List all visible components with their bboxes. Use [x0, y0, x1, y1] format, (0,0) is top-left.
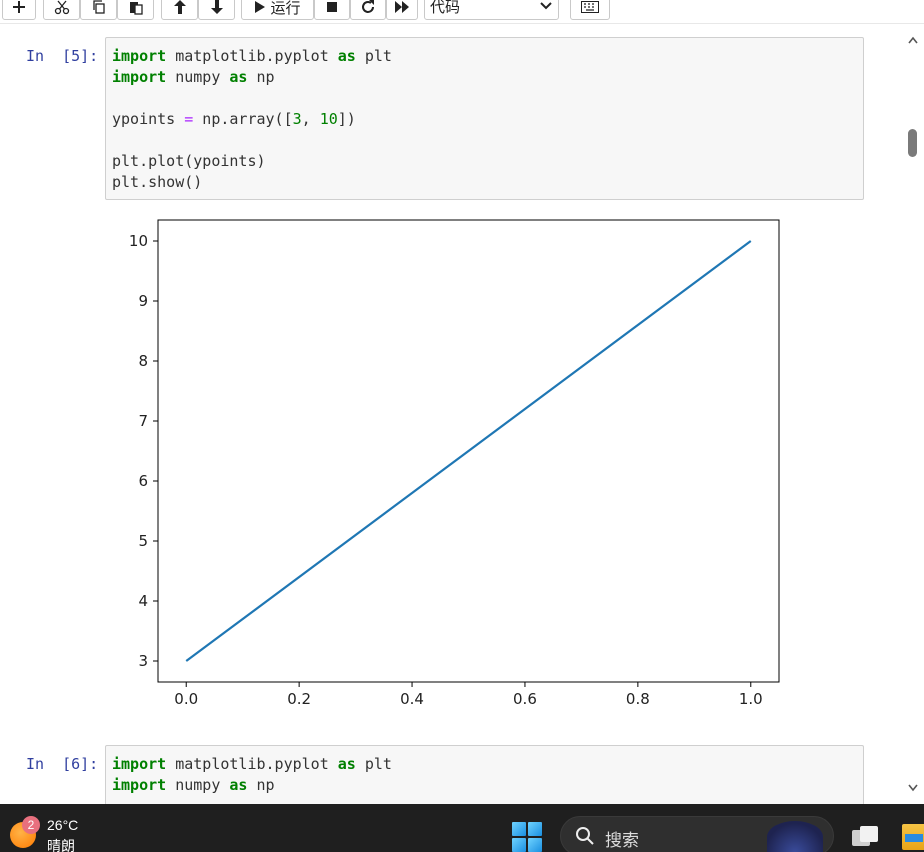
restart-button[interactable] [350, 0, 386, 20]
code-token: numpy [166, 68, 230, 86]
code-token: plt [355, 47, 392, 65]
arrow-up-icon [173, 0, 186, 14]
keyword-token: as [229, 68, 248, 86]
task-view-icon[interactable] [850, 824, 880, 850]
keyword-token: import [112, 68, 167, 86]
search-icon [576, 827, 594, 845]
cell-prompt: In [6]: [26, 755, 98, 773]
interrupt-button[interactable] [314, 0, 350, 20]
x-tick-label: 0.2 [287, 690, 311, 708]
paste-icon [129, 2, 143, 15]
y-tick-label: 3 [138, 652, 148, 670]
scissors-icon [54, 0, 69, 15]
line-chart: 0.0 0.2 0.4 0.6 0.8 1.0 3 4 5 6 7 8 9 10 [129, 219, 780, 708]
vertical-scrollbar[interactable] [900, 28, 924, 804]
notification-badge: 2 [22, 816, 40, 834]
command-palette-button[interactable] [570, 0, 610, 20]
keyword-token: as [337, 47, 356, 65]
prompt-label: In [26, 47, 45, 65]
scrollbar-thumb[interactable] [908, 129, 917, 157]
x-tick-label: 1.0 [739, 690, 763, 708]
prompt-number: [5]: [62, 47, 99, 65]
code-cell-input[interactable]: import matplotlib.pyplot as plt import nu… [105, 745, 864, 805]
weather-condition[interactable]: 晴朗 [47, 836, 75, 852]
code-token: numpy [166, 776, 230, 794]
y-tick-label: 6 [138, 472, 148, 490]
prompt-number: [6]: [62, 755, 99, 773]
insert-cell-button[interactable] [2, 0, 36, 20]
y-tick-label: 10 [129, 232, 148, 250]
keyword-token: as [337, 755, 356, 773]
taskbar-search-box[interactable]: 搜索 [560, 816, 834, 852]
code-token: np [247, 68, 275, 86]
code-cell-input[interactable]: import matplotlib.pyplot as plt import nu… [105, 37, 864, 200]
copy-icon [92, 0, 105, 14]
run-label: 运行 [270, 0, 301, 17]
y-tick-label: 8 [138, 352, 148, 370]
scroll-up-arrow-icon[interactable] [908, 36, 918, 44]
y-tick-label: 9 [138, 292, 148, 310]
cell-type-value: 代码 [430, 0, 461, 16]
code-token: matplotlib.pyplot [166, 47, 338, 65]
restart-run-all-button[interactable] [386, 0, 418, 20]
notebook-toolbar: 运行 代码 [0, 0, 924, 24]
code-token: plt [355, 755, 392, 773]
x-tick-label: 0.8 [626, 690, 650, 708]
search-placeholder: 搜索 [605, 831, 639, 850]
play-icon [255, 1, 266, 13]
cell-prompt: In [5]: [26, 47, 98, 65]
windows-taskbar: 2 26°C 晴朗 搜索 [0, 804, 924, 852]
code-line: plt.plot(ypoints) [112, 152, 266, 170]
keyboard-icon [581, 1, 599, 13]
code-line: plt.show() [112, 173, 203, 191]
prompt-label: In [26, 755, 45, 773]
code-line: import numpy as np [112, 67, 857, 88]
x-tick-label: 0.0 [174, 690, 198, 708]
arrow-down-icon [210, 0, 223, 14]
keyword-token: import [112, 755, 167, 773]
code-line: import matplotlib.pyplot as plt [112, 754, 857, 775]
windows-start-icon[interactable] [512, 822, 542, 852]
search-highlight-image [767, 821, 823, 852]
keyword-token: import [112, 47, 167, 65]
code-token: np [247, 776, 275, 794]
x-tick-label: 0.6 [513, 690, 537, 708]
code-token: matplotlib.pyplot [166, 755, 338, 773]
y-tick-label: 4 [138, 592, 148, 610]
y-tick-label: 7 [138, 412, 148, 430]
plus-icon [13, 1, 25, 13]
chevron-down-icon [540, 2, 552, 10]
paste-button[interactable] [117, 0, 154, 20]
restart-icon [362, 0, 374, 13]
move-down-button[interactable] [198, 0, 235, 20]
keyword-token: import [112, 776, 167, 794]
stop-icon [327, 2, 337, 12]
weather-temperature[interactable]: 26°C [47, 817, 78, 833]
code-line: import numpy as np [112, 775, 857, 796]
copy-button[interactable] [80, 0, 117, 20]
move-up-button[interactable] [161, 0, 198, 20]
keyword-token: as [229, 776, 248, 794]
file-explorer-icon[interactable] [902, 824, 924, 850]
cut-button[interactable] [43, 0, 80, 20]
y-tick-label: 5 [138, 532, 148, 550]
scroll-down-arrow-icon[interactable] [908, 784, 918, 792]
run-button[interactable]: 运行 [241, 0, 314, 20]
code-line: ypoints = np.array([3, 10]) [112, 110, 356, 128]
code-line: import matplotlib.pyplot as plt [112, 46, 857, 67]
fast-forward-icon [395, 1, 409, 13]
cell-type-select[interactable]: 代码 [424, 0, 559, 20]
x-tick-label: 0.4 [400, 690, 424, 708]
